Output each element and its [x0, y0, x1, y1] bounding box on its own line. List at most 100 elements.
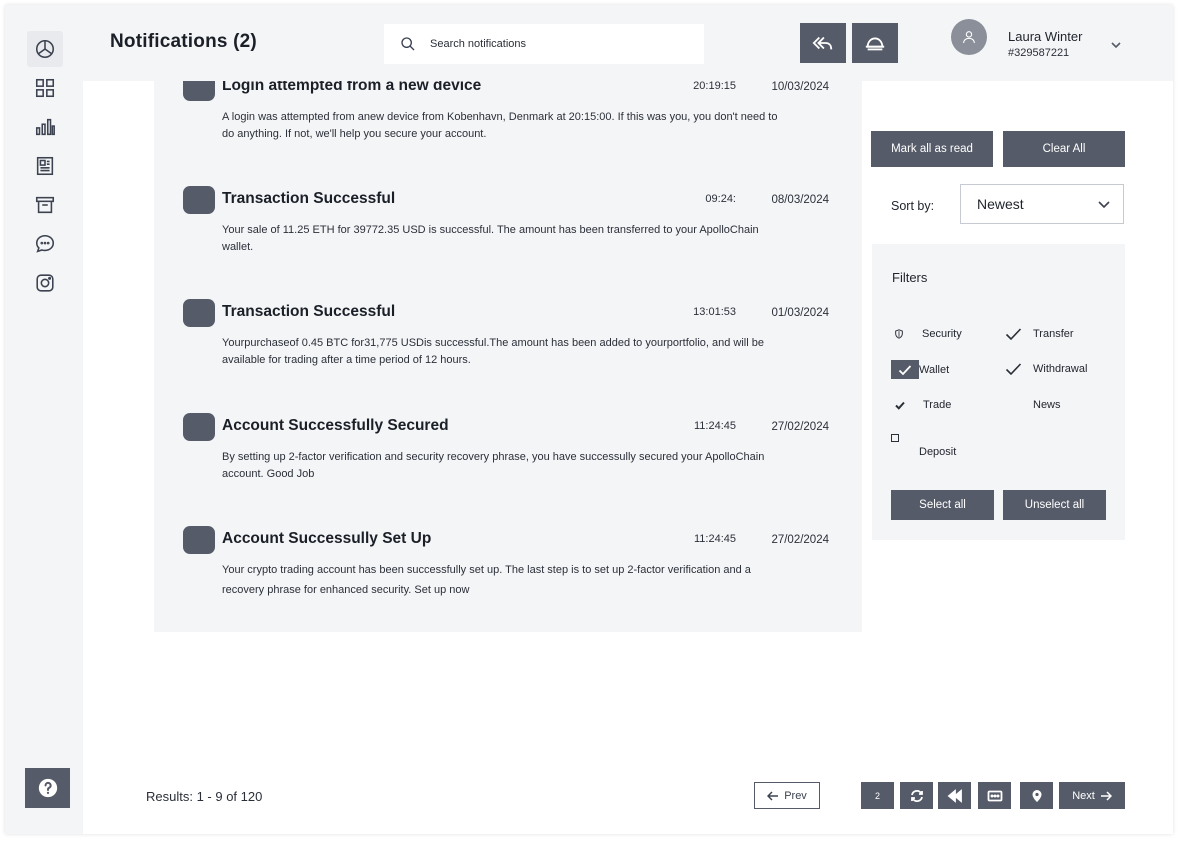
user-icon — [963, 31, 975, 44]
prev-label: Prev — [784, 789, 807, 802]
mark-all-read-button[interactable]: Mark all as read — [871, 131, 993, 167]
clear-all-button[interactable]: Clear All — [1003, 131, 1125, 167]
search-input[interactable] — [430, 38, 690, 50]
next-page-button[interactable]: Next — [1059, 782, 1125, 809]
check-icon — [898, 364, 912, 375]
filter-transfer[interactable]: Transfer — [1005, 325, 1074, 343]
user-menu-toggle[interactable] — [1110, 38, 1122, 50]
ellipsis-icon — [987, 790, 1002, 801]
bell-icon — [865, 37, 885, 51]
filter-security[interactable]: Security — [894, 325, 962, 343]
page-number-button[interactable]: 2 — [861, 782, 894, 809]
notification-title: Transaction Successful — [222, 190, 396, 207]
chevron-down-icon — [1111, 42, 1121, 49]
refresh-icon — [910, 789, 923, 802]
filter-trade-mark — [895, 396, 923, 414]
filter-label: Transfer — [1033, 328, 1074, 340]
filter-label: Deposit — [919, 446, 957, 458]
help-button[interactable] — [25, 768, 70, 808]
search-icon — [401, 37, 415, 51]
check-icon — [1005, 328, 1022, 341]
user-name: Laura Winter — [1008, 29, 1083, 44]
more-options-button[interactable] — [978, 782, 1011, 809]
filter-withdrawal[interactable]: Withdrawal — [1005, 360, 1087, 378]
sort-select[interactable]: Newest — [960, 184, 1124, 224]
notification-time: 11:24:45 — [693, 533, 736, 545]
search-bar[interactable] — [384, 24, 704, 64]
notification-time: 09:24: — [705, 193, 736, 205]
filter-transfer-mark — [1005, 325, 1033, 343]
filter-deposit-mark — [891, 434, 919, 460]
location-button[interactable] — [1020, 782, 1053, 809]
avatar[interactable] — [951, 19, 987, 55]
first-page-button[interactable] — [938, 782, 971, 809]
sidebar-item-instagram[interactable] — [27, 265, 63, 301]
shield-icon — [895, 329, 903, 339]
sidebar-item-grid[interactable] — [27, 70, 63, 106]
filter-news[interactable]: News — [1005, 396, 1061, 414]
instagram-icon — [36, 274, 54, 292]
arrow-left-icon — [767, 790, 779, 801]
notification-body: By setting up 2-factor verification and … — [222, 451, 765, 480]
sidebar-item-messages[interactable] — [27, 226, 63, 262]
notification-title: Transaction Successful — [222, 303, 396, 320]
refresh-button[interactable] — [900, 782, 933, 809]
select-all-button[interactable]: Select all — [891, 490, 994, 520]
sort-label: Sort by: — [891, 199, 935, 213]
filter-label: News — [1033, 399, 1061, 411]
results-count: Results: 1 - 9 of 120 — [146, 789, 263, 804]
notifications-list: Login attempted from a new device 20:19:… — [154, 81, 862, 632]
app-window: Notifications (2) Laura Winter #32958722… — [5, 5, 1173, 834]
bar-chart-icon — [35, 118, 55, 136]
location-pin-icon — [1032, 789, 1041, 802]
next-label: Next — [1072, 789, 1095, 802]
sidebar-item-dashboard[interactable] — [27, 31, 63, 67]
notification-icon — [183, 186, 215, 214]
pie-chart-icon — [35, 39, 55, 59]
filter-label: Security — [922, 328, 962, 340]
notification-icon — [183, 299, 215, 327]
notification-time: 20:19:15 — [693, 81, 736, 92]
prev-page-button[interactable]: Prev — [754, 782, 820, 809]
notification-time: 11:24:45 — [693, 420, 736, 432]
filters-panel: Filters Security Transfer Wallet Withdra… — [872, 244, 1125, 540]
sidebar-item-news[interactable] — [27, 148, 63, 184]
filter-wallet-checkbox — [891, 360, 919, 379]
reply-all-button[interactable] — [800, 23, 846, 63]
filter-trade[interactable]: Trade — [895, 396, 951, 414]
check-icon — [1005, 363, 1022, 376]
chevron-down-icon — [1098, 201, 1110, 209]
filters-title: Filters — [892, 270, 928, 285]
notification-icon — [183, 526, 215, 554]
filter-label: Wallet — [919, 363, 950, 376]
chat-icon — [35, 234, 55, 253]
arrow-right-icon — [1100, 790, 1112, 801]
filter-security-mark — [894, 325, 922, 343]
check-icon — [895, 401, 905, 410]
filter-label: Withdrawal — [1033, 363, 1088, 375]
notification-body: Your crypto trading account has been suc… — [222, 564, 751, 596]
notification-body: Your sale of 11.25 ETH for 39772.35 USD … — [222, 224, 759, 253]
filter-wallet[interactable]: Wallet — [891, 360, 949, 379]
filter-deposit[interactable]: Deposit — [891, 434, 956, 460]
notification-body: Yourpurchaseof 0.45 BTC for31,775 USDis … — [222, 337, 764, 366]
filter-withdrawal-mark — [1005, 360, 1033, 378]
notification-icon — [183, 81, 215, 101]
news-icon — [36, 156, 54, 176]
sidebar-item-analytics[interactable] — [27, 109, 63, 145]
notification-title: Login attempted from a new device — [222, 81, 482, 94]
notification-date: 27/02/2024 — [771, 534, 829, 546]
reply-all-icon — [812, 36, 833, 50]
sort-value: Newest — [977, 196, 1024, 212]
notification-date: 08/03/2024 — [771, 194, 829, 206]
sidebar-item-archive[interactable] — [27, 187, 63, 223]
question-icon — [38, 778, 57, 798]
user-id: #329587221 — [1008, 47, 1070, 59]
filter-label: Trade — [923, 399, 952, 411]
notification-date: 10/03/2024 — [771, 81, 829, 93]
unselect-all-button[interactable]: Unselect all — [1003, 490, 1106, 520]
notification-bell-button[interactable] — [852, 23, 898, 63]
filter-news-mark — [1005, 396, 1033, 414]
grid-icon — [35, 78, 55, 98]
notification-time: 13:01:53 — [693, 306, 736, 318]
